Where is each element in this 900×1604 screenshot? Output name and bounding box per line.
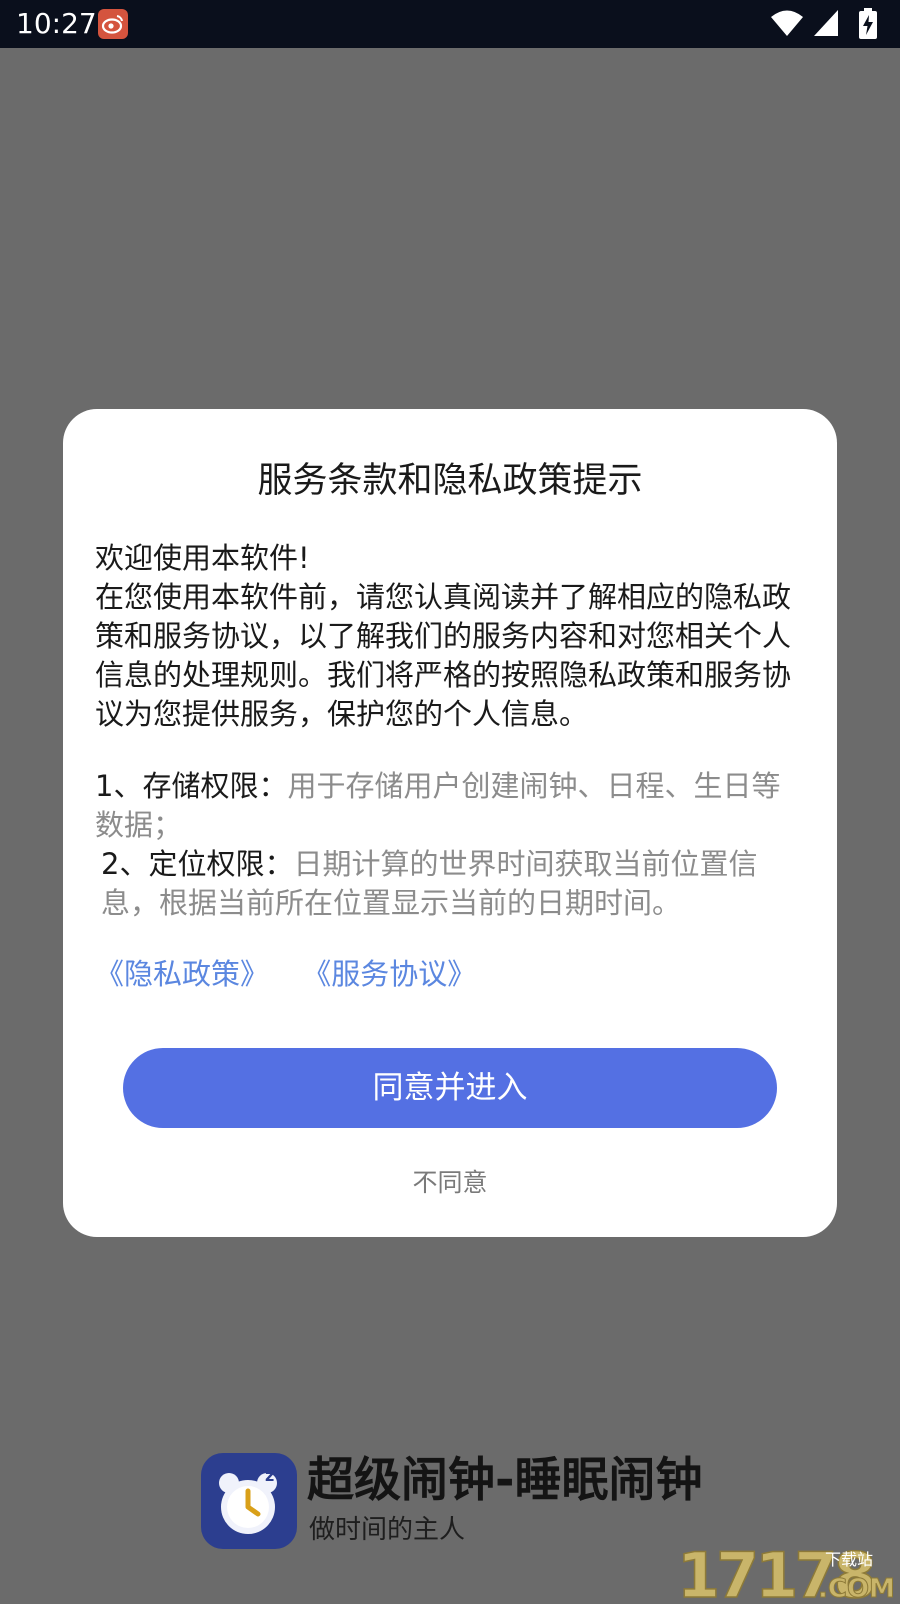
app-slogan: 做时间的主人 [309, 1515, 466, 1545]
svg-text:z: z [265, 1466, 274, 1485]
permission-storage-label: 1、存储权限： [95, 769, 288, 803]
welcome-line: 欢迎使用本软件! [95, 541, 310, 575]
agree-button[interactable]: 同意并进入 [123, 1048, 777, 1128]
policy-links: 《隐私政策》 《服务协议》 [95, 954, 476, 994]
watermark-suffix: .COM [818, 1574, 895, 1600]
permission-location-label: 2、定位权限： [101, 847, 294, 881]
permission-location: 2、定位权限：日期计算的世界时间获取当前位置信息，根据当前所在位置显示当前的日期… [101, 845, 807, 923]
intro-text: 欢迎使用本软件! 在您使用本软件前，请您认真阅读并了解相应的隐私政策和服务协议，… [95, 539, 807, 734]
battery-charging-icon [859, 8, 877, 39]
app-brand: z 超级闹钟-睡眠闹钟 做时间的主人 [201, 1451, 721, 1551]
permissions-list: 1、存储权限：用于存储用户创建闹钟、日程、生日等数据； 2、定位权限：日期计算的… [95, 767, 807, 923]
dialog-title: 服务条款和隐私政策提示 [257, 461, 643, 501]
status-bar: 10:27 [0, 0, 900, 48]
status-time: 10:27 [16, 7, 97, 40]
privacy-policy-link[interactable]: 《隐私政策》 [95, 954, 269, 994]
disagree-button[interactable]: 不同意 [63, 1166, 837, 1200]
app-name: 超级闹钟-睡眠闹钟 [307, 1453, 703, 1508]
permission-storage: 1、存储权限：用于存储用户创建闹钟、日程、生日等数据； [95, 767, 807, 845]
watermark-label: 下载站 [825, 1550, 873, 1569]
weibo-icon [98, 9, 128, 39]
alarm-clock-icon: z [201, 1453, 297, 1549]
wifi-icon [771, 10, 803, 36]
site-watermark: 17178 下载站 .COM [675, 1535, 900, 1604]
intro-paragraph: 在您使用本软件前，请您认真阅读并了解相应的隐私政策和服务协议，以了解我们的服务内… [95, 580, 792, 731]
service-agreement-link[interactable]: 《服务协议》 [302, 954, 476, 994]
privacy-dialog: 服务条款和隐私政策提示 欢迎使用本软件! 在您使用本软件前，请您认真阅读并了解相… [63, 409, 837, 1237]
cell-signal-icon [814, 10, 838, 36]
